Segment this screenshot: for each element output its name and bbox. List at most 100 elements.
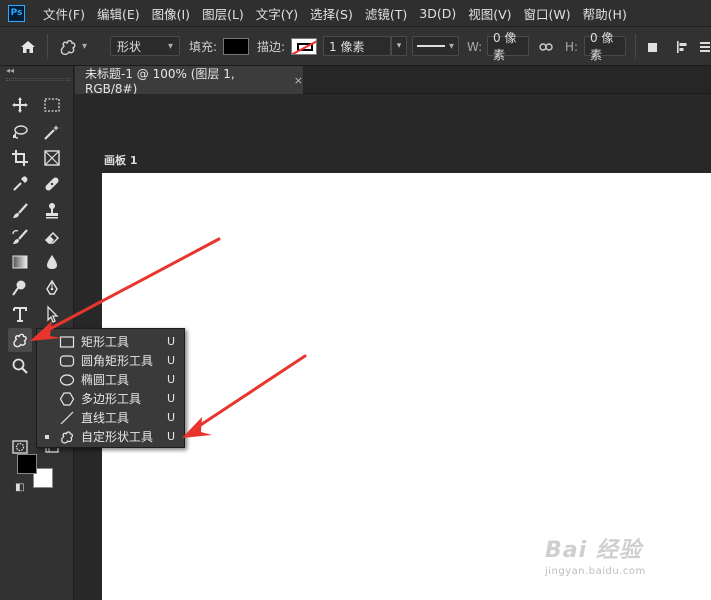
- flyout-item-custom-shape[interactable]: 自定形状工具 U: [37, 427, 184, 446]
- height-field[interactable]: 0 像素: [584, 31, 626, 62]
- flyout-item-label: 圆角矩形工具: [81, 354, 154, 368]
- flyout-item-ellipse[interactable]: 椭圆工具 U: [37, 370, 184, 389]
- custom-shape-tool[interactable]: [8, 328, 32, 352]
- zoom-tool[interactable]: [8, 354, 32, 378]
- stroke-width-field[interactable]: 1 像素: [323, 36, 391, 56]
- flyout-item-shortcut: U: [167, 354, 176, 367]
- link-button[interactable]: [539, 27, 553, 66]
- flyout-item-rectangle[interactable]: 矩形工具 U: [37, 332, 184, 351]
- brush-tool[interactable]: [8, 199, 32, 223]
- arrange-icon: [700, 41, 710, 52]
- rectangle-icon: [59, 334, 75, 350]
- watermark-main: Bai 经验: [545, 538, 642, 563]
- bandage-icon: [45, 177, 59, 191]
- menu-layer[interactable]: 图层(L): [202, 4, 244, 23]
- w-label: W:: [467, 39, 483, 54]
- document-tab-title: 未标题-1 @ 100% (图层 1, RGB/8#): [85, 66, 235, 96]
- path-selection-tool[interactable]: [40, 302, 64, 326]
- dodge-tool[interactable]: [8, 276, 32, 300]
- clone-stamp-tool[interactable]: [40, 199, 64, 223]
- menu-select[interactable]: 选择(S): [310, 4, 353, 23]
- history-brush-tool[interactable]: [8, 225, 32, 249]
- menu-bar: Ps 文件(F) 编辑(E) 图像(I) 图层(L) 文字(Y) 选择(S) 滤…: [0, 0, 711, 27]
- mode-select[interactable]: 形状 ▾: [110, 36, 180, 56]
- flyout-item-label: 椭圆工具: [81, 373, 130, 387]
- stroke-type-select[interactable]: ▾: [412, 36, 459, 56]
- flyout-item-line[interactable]: 直线工具 U: [37, 408, 184, 427]
- dodge-icon: [12, 280, 26, 296]
- stroke-swatch[interactable]: [291, 38, 318, 55]
- width-field[interactable]: 0 像素: [487, 31, 529, 62]
- magic-wand-tool[interactable]: [40, 120, 64, 144]
- move-tool[interactable]: [8, 93, 32, 117]
- crop-tool[interactable]: [8, 146, 32, 170]
- flyout-item-shortcut: U: [167, 392, 176, 405]
- custom-shape-icon: [60, 39, 76, 55]
- flyout-item-shortcut: U: [167, 335, 176, 348]
- move-icon: [12, 97, 28, 113]
- lasso-icon: [13, 125, 28, 139]
- h-label: H:: [565, 39, 579, 54]
- fill-control: 填充:: [189, 27, 250, 66]
- menu-3d[interactable]: 3D(D): [419, 6, 456, 21]
- app-logo: Ps: [8, 4, 25, 22]
- menu-view[interactable]: 视图(V): [468, 4, 511, 23]
- gradient-tool[interactable]: [8, 250, 32, 274]
- tool-preset-picker[interactable]: ▾: [58, 27, 87, 66]
- stroke-width-value: 1 像素: [329, 39, 365, 54]
- eraser-tool[interactable]: [40, 225, 64, 249]
- flyout-item-rounded-rectangle[interactable]: 圆角矩形工具 U: [37, 351, 184, 370]
- flyout-item-polygon[interactable]: 多边形工具 U: [37, 389, 184, 408]
- frame-icon: [44, 150, 60, 166]
- home-button[interactable]: [17, 27, 39, 66]
- flyout-item-shortcut: U: [167, 373, 176, 386]
- menu-file[interactable]: 文件(F): [43, 4, 85, 23]
- line-style-preview: [417, 45, 445, 47]
- water-drop-icon: [47, 255, 57, 269]
- path-operations-icon: [648, 42, 657, 52]
- lasso-tool[interactable]: [8, 120, 32, 144]
- type-tool[interactable]: [8, 302, 32, 326]
- width-value: 0 像素: [493, 31, 517, 62]
- magic-wand-icon: [44, 125, 59, 140]
- menu-help[interactable]: 帮助(H): [583, 4, 627, 23]
- type-icon: [13, 307, 27, 322]
- pen-icon: [46, 279, 58, 295]
- history-brush-icon: [12, 229, 28, 244]
- menu-window[interactable]: 窗口(W): [524, 4, 571, 23]
- menu-type[interactable]: 文字(Y): [256, 4, 298, 23]
- marquee-tool[interactable]: [40, 93, 64, 117]
- width-control: W:: [467, 27, 482, 66]
- menu-filter[interactable]: 滤镜(T): [365, 4, 407, 23]
- fill-swatch[interactable]: [223, 38, 250, 55]
- brush-icon: [13, 203, 28, 218]
- flyout-item-label: 直线工具: [81, 411, 130, 425]
- flyout-item-label: 多边形工具: [81, 392, 142, 406]
- path-alignment-button[interactable]: [676, 27, 690, 66]
- artboard-label[interactable]: 画板 1: [104, 152, 137, 168]
- blur-tool[interactable]: [40, 250, 64, 274]
- eyedropper-tool[interactable]: [8, 172, 32, 196]
- flyout-item-label: 自定形状工具: [81, 430, 154, 444]
- collapse-panel-icon[interactable]: ◂◂: [6, 66, 14, 75]
- path-arrangement-button[interactable]: [699, 27, 711, 66]
- panel-grip[interactable]: [6, 78, 70, 81]
- mode-value: 形状: [117, 39, 142, 54]
- document-tab[interactable]: 未标题-1 @ 100% (图层 1, RGB/8#) ×: [75, 66, 303, 96]
- menu-image[interactable]: 图像(I): [152, 4, 190, 23]
- divider: [47, 34, 48, 59]
- pen-tool[interactable]: [40, 276, 64, 300]
- quick-mask-button[interactable]: [8, 435, 32, 459]
- height-value: 0 像素: [590, 31, 614, 62]
- default-colors-icon[interactable]: ◧: [15, 482, 24, 493]
- stroke-width-dropdown[interactable]: ▾: [391, 36, 407, 56]
- flyout-item-shortcut: U: [167, 411, 176, 424]
- line-icon: [59, 410, 75, 426]
- frame-tool[interactable]: [40, 146, 64, 170]
- shape-tools-flyout: 矩形工具 U 圆角矩形工具 U 椭圆工具 U 多边形工具 U 直线工具 U 自定…: [36, 328, 185, 448]
- chevron-down-icon: ▾: [82, 41, 88, 52]
- menu-edit[interactable]: 编辑(E): [97, 4, 140, 23]
- close-icon[interactable]: ×: [294, 74, 303, 87]
- path-operations-button[interactable]: [646, 27, 660, 66]
- healing-brush-tool[interactable]: [40, 172, 64, 196]
